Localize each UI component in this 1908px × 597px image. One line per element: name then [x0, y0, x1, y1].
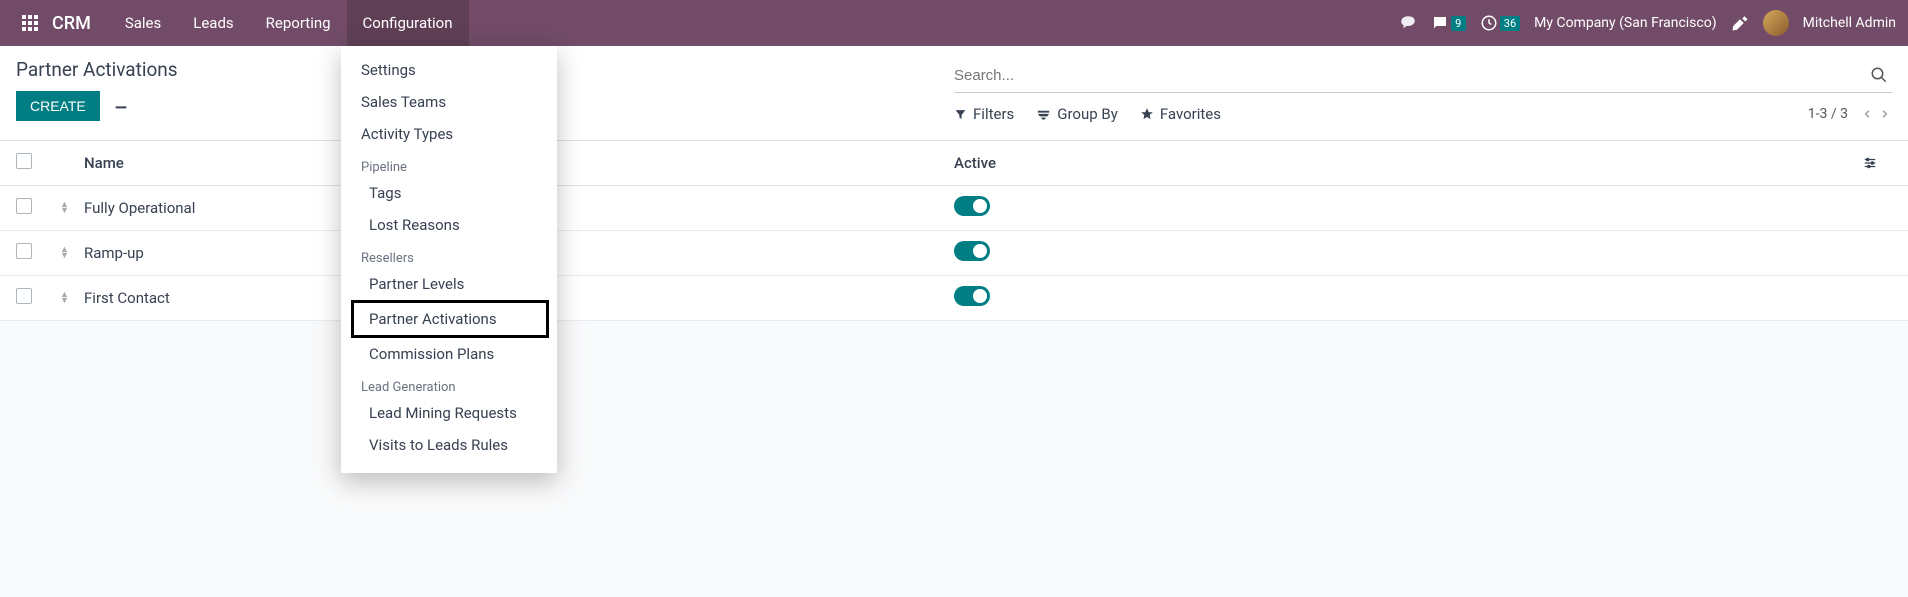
brand[interactable]: CRM [48, 13, 109, 34]
apps-icon[interactable] [12, 9, 48, 37]
voip-icon[interactable] [1399, 14, 1417, 32]
pager: 1-3 / 3 [1808, 105, 1892, 123]
search-input[interactable] [954, 67, 1866, 84]
active-toggle[interactable] [954, 286, 990, 306]
menu-settings[interactable]: Settings [341, 54, 557, 86]
configuration-dropdown: Settings Sales Teams Activity Types Pipe… [341, 46, 557, 473]
active-toggle[interactable] [954, 196, 990, 216]
menu-commission-plans[interactable]: Commission Plans [341, 338, 557, 370]
drag-handle-icon[interactable]: ▲▼ [60, 292, 84, 304]
pager-count[interactable]: 1-3 / 3 [1808, 106, 1848, 122]
debug-icon[interactable] [1731, 14, 1749, 32]
menu-header-pipeline: Pipeline [341, 150, 557, 177]
menu-lead-mining[interactable]: Lead Mining Requests [341, 397, 557, 429]
search-icon[interactable] [1866, 62, 1892, 88]
select-all-checkbox[interactable] [16, 153, 32, 169]
main: Partner Activations CREATE Filters [0, 46, 1908, 321]
chat-badge: 9 [1451, 16, 1466, 31]
table-row[interactable]: ▲▼ First Contact [0, 276, 1908, 321]
create-button[interactable]: CREATE [16, 91, 100, 121]
pager-prev[interactable] [1860, 105, 1875, 123]
menu-sales-teams[interactable]: Sales Teams [341, 86, 557, 118]
groupby-label: Group By [1057, 105, 1118, 123]
table: Name Active ▲▼ Fully Operational ▲▼ Ramp… [0, 141, 1908, 321]
activity-icon[interactable]: 36 [1480, 14, 1520, 32]
filters-label: Filters [973, 105, 1014, 123]
control-panel: Partner Activations CREATE Filters [0, 46, 1908, 141]
menu-activity-types[interactable]: Activity Types [341, 118, 557, 150]
favorites-label: Favorites [1160, 105, 1221, 123]
drag-handle-icon[interactable]: ▲▼ [60, 202, 84, 214]
menu-partner-levels[interactable]: Partner Levels [341, 268, 557, 300]
import-icon[interactable] [113, 95, 129, 111]
activity-badge: 36 [1500, 16, 1520, 31]
company-switcher[interactable]: My Company (San Francisco) [1534, 15, 1716, 31]
menu-visits-rules[interactable]: Visits to Leads Rules [341, 429, 557, 461]
topbar-right: 9 36 My Company (San Francisco) Mitchell… [1399, 10, 1896, 36]
avatar[interactable] [1763, 10, 1789, 36]
table-header: Name Active [0, 141, 1908, 186]
row-checkbox[interactable] [16, 243, 32, 259]
menu-header-leadgen: Lead Generation [341, 370, 557, 397]
nav-leads[interactable]: Leads [177, 0, 249, 46]
col-active-header[interactable]: Active [954, 154, 1862, 172]
topbar: CRM Sales Leads Reporting Configuration … [0, 0, 1908, 46]
topbar-left: CRM Sales Leads Reporting Configuration [12, 0, 469, 46]
search-bar [954, 58, 1892, 93]
nav-sales[interactable]: Sales [109, 0, 177, 46]
table-row[interactable]: ▲▼ Fully Operational [0, 186, 1908, 231]
table-row[interactable]: ▲▼ Ramp-up [0, 231, 1908, 276]
favorites-button[interactable]: Favorites [1140, 105, 1221, 123]
nav-configuration[interactable]: Configuration [347, 0, 469, 46]
user-name[interactable]: Mitchell Admin [1803, 15, 1896, 31]
row-checkbox[interactable] [16, 198, 32, 214]
active-toggle[interactable] [954, 241, 990, 261]
nav-reporting[interactable]: Reporting [250, 0, 347, 46]
groupby-button[interactable]: Group By [1036, 105, 1118, 123]
menu-header-resellers: Resellers [341, 241, 557, 268]
menu-lost-reasons[interactable]: Lost Reasons [341, 209, 557, 241]
row-checkbox[interactable] [16, 288, 32, 304]
menu-partner-activations[interactable]: Partner Activations [351, 300, 549, 338]
chat-icon[interactable]: 9 [1431, 14, 1466, 32]
drag-handle-icon[interactable]: ▲▼ [60, 247, 84, 259]
pager-next[interactable] [1877, 105, 1892, 123]
column-options-icon[interactable] [1862, 156, 1892, 170]
filters-button[interactable]: Filters [954, 105, 1014, 123]
menu-tags[interactable]: Tags [341, 177, 557, 209]
